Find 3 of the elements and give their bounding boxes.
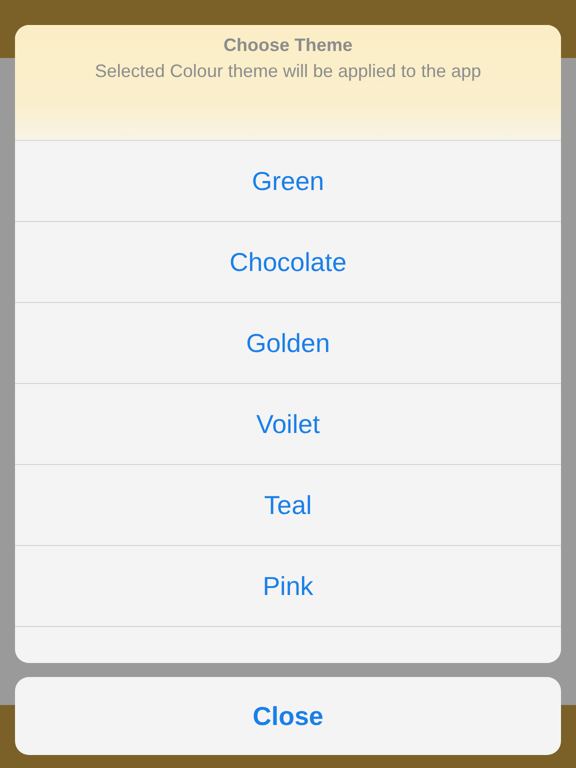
close-button[interactable]: Close [15,677,561,755]
sheet-message: Selected Colour theme will be applied to the app [94,60,482,83]
sheet-title: Choose Theme [222,34,354,56]
